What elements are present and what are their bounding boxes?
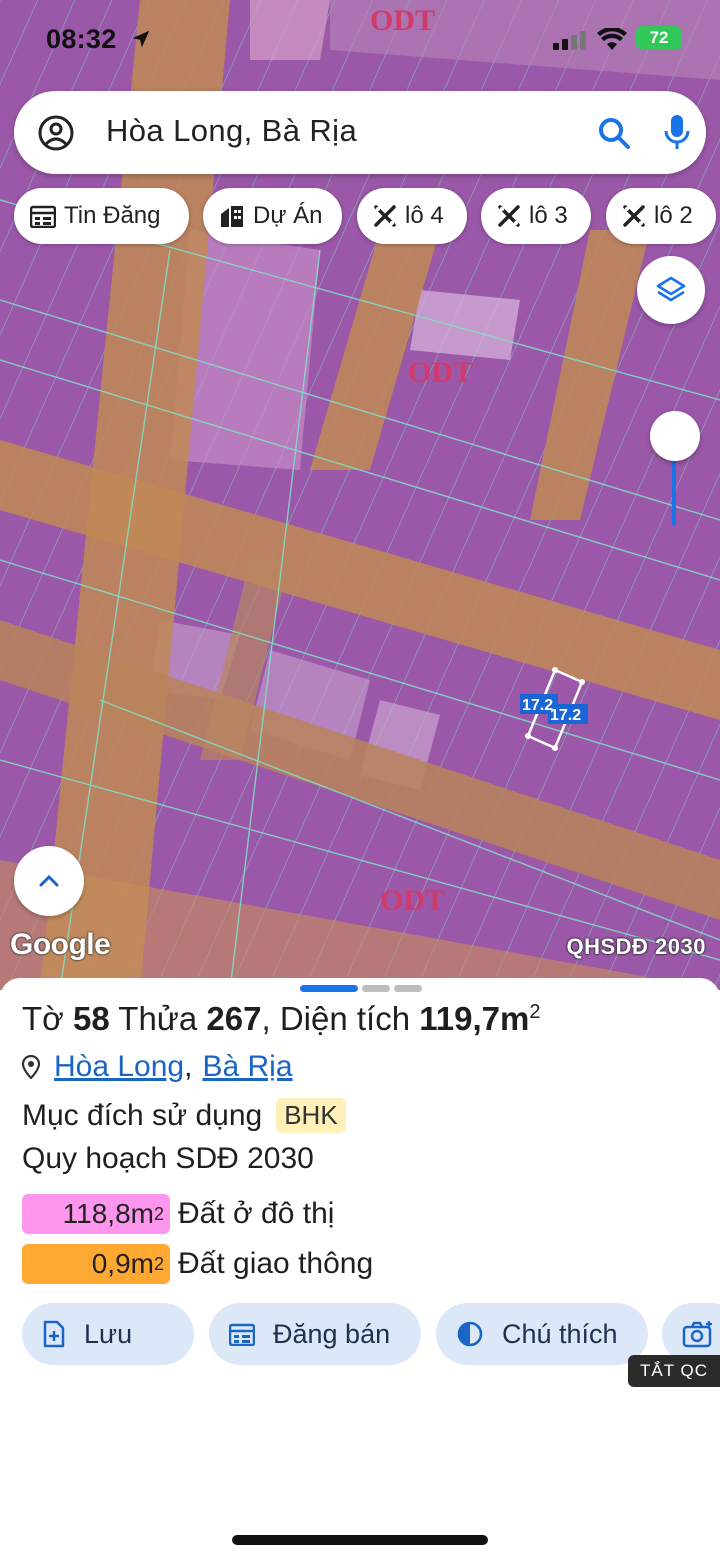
tools-icon — [498, 205, 520, 227]
save-button-label: Lưu — [84, 1318, 133, 1349]
sheet-page-indicator[interactable] — [300, 985, 422, 992]
chip-label: lô 2 — [654, 202, 693, 229]
land-use-code-badge: BHK — [276, 1098, 346, 1133]
plan-row-label: Đất ở đô thị — [178, 1197, 335, 1230]
post-sale-button-label: Đăng bán — [273, 1318, 391, 1349]
layers-icon — [656, 276, 686, 302]
account-icon[interactable] — [38, 115, 74, 151]
label-thua: Thửa — [118, 1000, 198, 1037]
area-pill-exponent: 2 — [153, 1253, 164, 1274]
cellular-signal-icon — [553, 31, 586, 50]
parcel-dim-label: 17.2 — [550, 707, 581, 724]
legend-button[interactable]: Chú thích — [436, 1303, 648, 1365]
chip-lo-4[interactable]: lô 4 — [357, 188, 467, 244]
area-pill: 118,8m 2 — [22, 1194, 170, 1234]
location-pin-icon — [22, 1055, 40, 1079]
chip-lo-2[interactable]: lô 2 — [606, 188, 716, 244]
tools-icon — [374, 205, 396, 227]
plan-row-urban: 118,8m 2 Đất ở đô thị — [22, 1194, 334, 1234]
expand-button[interactable] — [14, 846, 84, 916]
plan-row-road: 0,9m 2 Đất giao thông — [22, 1244, 373, 1284]
area-pill: 0,9m 2 — [22, 1244, 170, 1284]
land-use-row: Mục đích sử dụng BHK — [22, 1098, 346, 1133]
location-arrow-icon — [132, 30, 150, 48]
status-time: 08:32 — [46, 24, 117, 54]
area-unit-exponent: 2 — [529, 1001, 541, 1023]
contrast-icon — [457, 1321, 483, 1347]
wifi-icon — [597, 28, 627, 50]
google-attribution: Google — [10, 928, 111, 961]
tools-icon — [623, 205, 645, 227]
calendar-icon — [30, 205, 56, 228]
parcel-title: Tờ 58 Thửa 267, Diện tích 119,7m2 — [22, 1000, 540, 1038]
area-pill-value: 0,9m — [91, 1248, 154, 1279]
area-pill-value: 118,8m — [62, 1198, 154, 1229]
camera-icon — [682, 1321, 712, 1348]
chip-du-an[interactable]: Dự Án — [203, 188, 342, 244]
zone-label: ODT — [408, 356, 473, 389]
chip-label: lô 3 — [529, 202, 568, 229]
map-view[interactable]: 17.2 17.2 ODT ODT ODT 08:32 72 Hòa Long,… — [0, 0, 720, 990]
building-icon — [221, 206, 243, 227]
plan-row-label: Đất giao thông — [178, 1247, 374, 1280]
page-dot — [394, 985, 422, 992]
plan-heading: Quy hoạch SDĐ 2030 — [22, 1142, 314, 1175]
action-buttons: Lưu Đăng bán Chú thích — [0, 1303, 720, 1367]
disable-ads-button[interactable]: TẮT QC — [628, 1355, 720, 1387]
ward-link[interactable]: Hòa Long — [54, 1050, 184, 1084]
battery-level: 72 — [649, 28, 669, 47]
chip-lo-3[interactable]: lô 3 — [481, 188, 591, 244]
chip-tin-dang[interactable]: Tin Đăng — [14, 188, 189, 244]
area-value: 119,7m — [419, 1000, 530, 1037]
legend-button-label: Chú thích — [502, 1318, 618, 1349]
opacity-slider-handle[interactable] — [650, 411, 700, 461]
page-dot — [362, 985, 390, 992]
layer-name-label: QHSDĐ 2030 — [566, 934, 706, 959]
page-dot — [300, 985, 358, 992]
file-add-icon — [43, 1320, 65, 1348]
plot-number: 267 — [206, 1000, 262, 1037]
zone-label: ODT — [380, 884, 445, 917]
layers-button[interactable] — [637, 256, 705, 324]
label-area: , Diện tích — [261, 1000, 411, 1037]
battery-indicator: 72 — [636, 26, 682, 50]
status-bar: 08:32 72 — [0, 22, 720, 58]
chip-label: Dự Án — [253, 202, 323, 229]
save-button[interactable]: Lưu — [22, 1303, 194, 1365]
area-pill-exponent: 2 — [153, 1203, 164, 1224]
post-sale-button[interactable]: Đăng bán — [209, 1303, 421, 1365]
search-icon[interactable] — [596, 115, 632, 151]
parcel-info-sheet[interactable]: Tờ 58 Thửa 267, Diện tích 119,7m2 Hòa Lo… — [0, 978, 720, 1559]
sheet-number: 58 — [72, 1000, 110, 1037]
chip-label: lô 4 — [405, 202, 444, 229]
location-row: Hòa Long, Bà Rịa — [22, 1050, 293, 1084]
search-bar[interactable]: Hòa Long, Bà Rịa — [14, 91, 706, 174]
search-input[interactable]: Hòa Long, Bà Rịa — [106, 113, 357, 149]
parcel-dim-label: 17.2 — [522, 697, 553, 714]
chip-label: Tin Đăng — [64, 202, 161, 229]
home-indicator[interactable] — [232, 1535, 488, 1545]
land-use-label: Mục đích sử dụng — [22, 1098, 263, 1132]
label-to: Tờ — [22, 1000, 64, 1037]
microphone-icon[interactable] — [662, 113, 692, 153]
calendar-icon — [229, 1323, 255, 1346]
district-link[interactable]: Bà Rịa — [202, 1050, 292, 1084]
chevron-up-icon — [39, 874, 59, 887]
location-separator: , — [184, 1050, 193, 1083]
filter-chips: Tin Đăng Dự Án lô 4 lô 3 lô 2 — [0, 188, 720, 244]
